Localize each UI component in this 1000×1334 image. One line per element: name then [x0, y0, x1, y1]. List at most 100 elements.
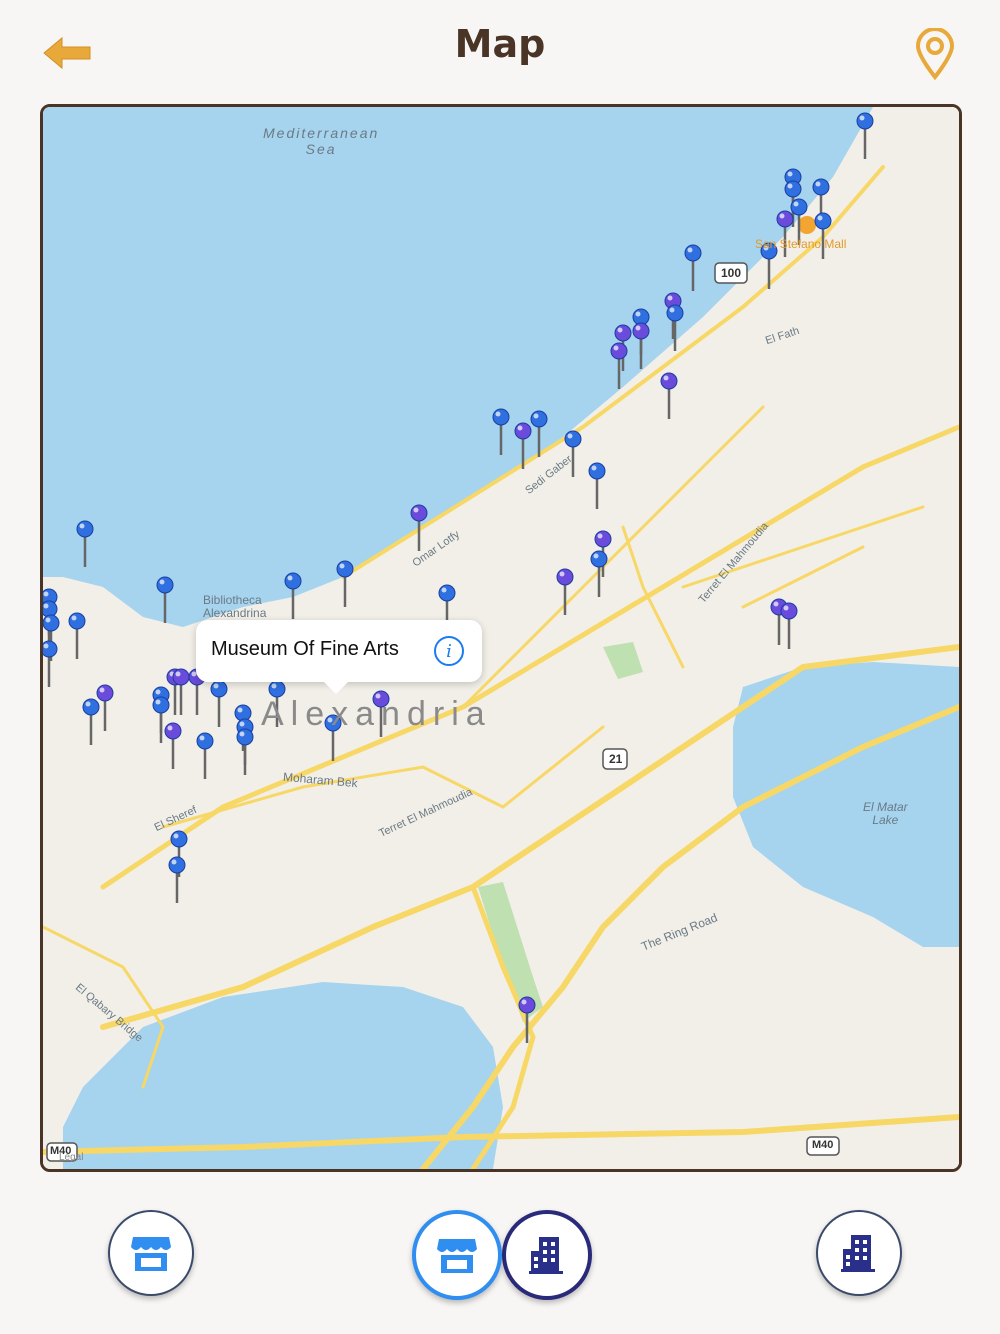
map-pin[interactable]	[564, 430, 582, 448]
header: Map	[0, 0, 1000, 100]
pin-highlight	[591, 465, 597, 471]
pin-highlight	[155, 689, 161, 695]
map-pin[interactable]	[614, 324, 632, 342]
location-button[interactable]	[912, 27, 958, 81]
map-pin[interactable]	[438, 584, 456, 602]
map-pin[interactable]	[784, 180, 802, 198]
store-icon	[437, 1239, 477, 1273]
pin-highlight	[43, 591, 49, 597]
map-pin[interactable]	[666, 304, 684, 322]
map-pin[interactable]	[492, 408, 510, 426]
pin-highlight	[663, 375, 669, 381]
map-pin[interactable]	[556, 568, 574, 586]
pin-highlight	[199, 735, 205, 741]
page-title: Map	[454, 22, 546, 66]
map-pin[interactable]	[588, 462, 606, 480]
map-pin[interactable]	[68, 612, 86, 630]
pin-highlight	[171, 859, 177, 865]
pin-highlight	[597, 533, 603, 539]
pin-highlight	[79, 523, 85, 529]
pin-highlight	[779, 213, 785, 219]
pin-highlight	[167, 725, 173, 731]
pin-highlight	[287, 575, 293, 581]
pin-highlight	[533, 413, 539, 419]
map-pin[interactable]	[530, 410, 548, 428]
map-pin[interactable]	[632, 322, 650, 340]
pin-highlight	[635, 325, 641, 331]
pin-highlight	[521, 999, 527, 1005]
route-21-text: 21	[609, 752, 623, 766]
pin-highlight	[45, 617, 51, 623]
pin-highlight	[441, 587, 447, 593]
pin-highlight	[815, 181, 821, 187]
filter-buildings-button[interactable]	[816, 1210, 902, 1296]
pin-highlight	[271, 683, 277, 689]
pin-highlight	[43, 603, 49, 609]
sea-label: Mediterranean Sea	[263, 125, 380, 157]
pin-highlight	[173, 833, 179, 839]
map-pin[interactable]	[814, 212, 832, 230]
pin-highlight	[495, 411, 501, 417]
map-pin[interactable]	[660, 372, 678, 390]
map-pin[interactable]	[168, 856, 186, 874]
pin-highlight	[155, 699, 161, 705]
map-pin[interactable]	[43, 640, 58, 658]
map-pin[interactable]	[234, 704, 252, 722]
map-base	[43, 107, 959, 1169]
filter-buildings-center-button[interactable]	[502, 1210, 592, 1300]
pin-highlight	[239, 721, 245, 727]
map-pin[interactable]	[518, 996, 536, 1014]
map-pin[interactable]	[76, 520, 94, 538]
map-pin[interactable]	[336, 560, 354, 578]
map-pin[interactable]	[156, 576, 174, 594]
pin-highlight	[773, 601, 779, 607]
map-pin[interactable]	[196, 732, 214, 750]
pin-highlight	[237, 707, 243, 713]
map-pin[interactable]	[812, 178, 830, 196]
pin-highlight	[783, 605, 789, 611]
map-pin[interactable]	[410, 504, 428, 522]
map-pin[interactable]	[152, 696, 170, 714]
pin-highlight	[43, 643, 49, 649]
map-pin[interactable]	[780, 602, 798, 620]
map-view[interactable]: Mediterranean Sea Alexandria San Stefano…	[40, 104, 962, 1172]
pin-highlight	[687, 247, 693, 253]
map-pin[interactable]	[210, 680, 228, 698]
pin-callout[interactable]: Museum Of Fine Arts i	[196, 620, 482, 694]
legal-link[interactable]: Legal	[59, 1152, 83, 1163]
map-pin[interactable]	[776, 210, 794, 228]
map-pin[interactable]	[43, 614, 60, 632]
building-icon	[841, 1235, 875, 1272]
map-pin[interactable]	[856, 112, 874, 130]
filter-shops-button[interactable]	[108, 1210, 194, 1296]
map-pin[interactable]	[170, 830, 188, 848]
pin-highlight	[817, 215, 823, 221]
pin-highlight	[567, 433, 573, 439]
map-pin[interactable]	[590, 550, 608, 568]
map-pin[interactable]	[172, 668, 190, 686]
pin-highlight	[339, 563, 345, 569]
callout-title: Museum Of Fine Arts	[211, 638, 399, 660]
info-icon[interactable]: i	[434, 636, 464, 666]
pin-highlight	[99, 687, 105, 693]
map-pin[interactable]	[82, 698, 100, 716]
pin-highlight	[559, 571, 565, 577]
map-pin[interactable]	[96, 684, 114, 702]
map-pin[interactable]	[284, 572, 302, 590]
pin-highlight	[517, 425, 523, 431]
map-pin[interactable]	[164, 722, 182, 740]
pin-highlight	[413, 507, 419, 513]
pin-highlight	[71, 615, 77, 621]
map-pin[interactable]	[684, 244, 702, 262]
map-pin[interactable]	[610, 342, 628, 360]
map-pin[interactable]	[790, 198, 808, 216]
city-label: Alexandria	[261, 695, 492, 733]
filter-shops-center-button[interactable]	[412, 1210, 502, 1300]
map-pin[interactable]	[236, 728, 254, 746]
pin-highlight	[669, 307, 675, 313]
map-pin[interactable]	[514, 422, 532, 440]
map-pin[interactable]	[594, 530, 612, 548]
route-m40-right-text: M40	[812, 1139, 834, 1151]
location-pin-icon	[915, 27, 955, 81]
mall-marker-icon	[798, 216, 816, 234]
